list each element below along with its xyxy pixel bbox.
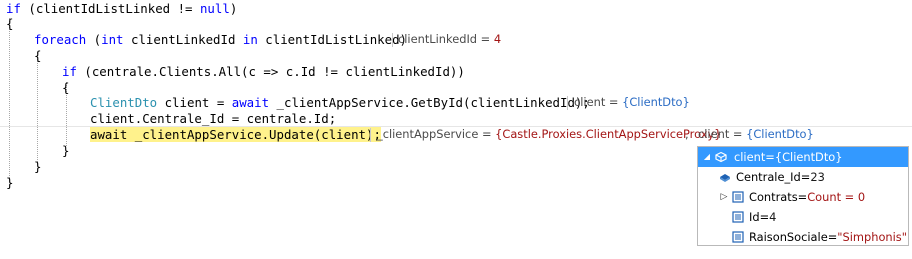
inline-value-app-service[interactable]: _clientAppService = {Castle.Proxies.Clie…: [377, 126, 721, 143]
indent-guide: [37, 52, 38, 164]
inline-value-client-get[interactable]: client = {ClientDto}: [574, 94, 690, 111]
code-line-10[interactable]: }: [62, 142, 69, 159]
field-name: RaisonSociale: [749, 230, 828, 244]
datatip-header-row[interactable]: ◢ client={ClientDto}: [698, 147, 908, 167]
brace-close: }: [6, 175, 14, 190]
inline-separator: [392, 33, 393, 47]
property-icon: [720, 174, 730, 182]
code-text: (centrale.Clients.All(c => c.Id != clien…: [76, 64, 465, 79]
keyword-if: if: [62, 64, 77, 79]
field-eq: =: [797, 190, 808, 204]
inline-value: 4: [493, 32, 502, 46]
datatip-row-raison-sociale[interactable]: RaisonSociale="Simphonis": [698, 227, 908, 247]
datatip-row-contrats[interactable]: ▷ Contrats=Count = 0: [698, 187, 908, 207]
code-line-5[interactable]: if (centrale.Clients.All(c => c.Id != cl…: [62, 63, 465, 80]
inline-value-client-update[interactable]: client = {ClientDto}: [698, 126, 814, 143]
code-line-6[interactable]: {: [62, 79, 69, 96]
code-line-7[interactable]: ClientDto client = await _clientAppServi…: [90, 94, 590, 111]
field-name: Contrats: [749, 190, 798, 204]
code-line-8[interactable]: client.Centrale_Id = centrale.Id;: [90, 110, 336, 127]
inline-separator-comma: ,: [685, 127, 689, 141]
brace-close: }: [34, 159, 42, 174]
brace-open: {: [34, 48, 42, 63]
code-text: ): [229, 1, 238, 16]
collapse-arrow-icon[interactable]: ◢: [702, 147, 712, 167]
keyword-null: null: [199, 1, 230, 16]
brace-open: {: [62, 80, 70, 95]
inline-separator: [370, 128, 371, 142]
code-line-3[interactable]: foreach (int clientLinkedId in clientIdL…: [34, 31, 407, 48]
property-list-icon: [732, 191, 744, 203]
keyword-in: in: [242, 32, 258, 47]
current-statement-highlight: await _clientAppService.Update(client);: [90, 127, 381, 142]
keyword-foreach: foreach: [34, 32, 87, 47]
inline-separator: [567, 96, 568, 110]
code-line-2[interactable]: {: [6, 15, 13, 32]
field-name: Centrale_Id: [736, 170, 801, 184]
code-text: clientIdListLinked): [257, 32, 408, 47]
code-line-1[interactable]: if (clientIdListLinked != null): [6, 0, 237, 17]
field-value: 23: [810, 170, 825, 184]
code-line-11[interactable]: }: [34, 158, 41, 175]
keyword-await: await: [231, 95, 270, 110]
code-text: client.Centrale_Id = centrale.Id;: [90, 111, 337, 126]
field-eq: =: [759, 210, 770, 224]
object-icon: [715, 151, 727, 163]
code-text: client =: [157, 95, 232, 110]
datatip-row-centrale-id[interactable]: Centrale_Id=23: [698, 167, 908, 187]
inline-value: {ClientDto}: [746, 127, 814, 141]
inline-name: client =: [698, 127, 747, 141]
brace-open: {: [6, 16, 14, 31]
code-text: clientLinkedId: [123, 32, 243, 47]
inline-name: _clientAppService =: [377, 127, 496, 141]
datatip-header-label: client={ClientDto}: [734, 150, 843, 164]
field-eq: =: [827, 230, 838, 244]
datatip-field: Centrale_Id=23: [736, 167, 825, 187]
datatip-field: Id=4: [749, 207, 776, 227]
datatip-field: RaisonSociale="Simphonis": [749, 227, 907, 247]
datatip-popup[interactable]: ◢ client={ClientDto} Centrale_Id=23 ▷ Co…: [697, 146, 909, 246]
brace-close: }: [62, 143, 70, 158]
inline-value-client-linked-id[interactable]: clientLinkedId = 4: [398, 31, 501, 48]
datatip-field: Contrats=Count = 0: [749, 187, 865, 207]
inline-name: clientLinkedId =: [398, 32, 494, 46]
indent-guide: [9, 18, 10, 180]
keyword-if: if: [6, 1, 21, 16]
field-name: Id: [749, 210, 760, 224]
code-line-12[interactable]: }: [6, 174, 13, 191]
code-line-4[interactable]: {: [34, 47, 41, 64]
code-text: (: [86, 32, 102, 47]
field-value: Count = 0: [807, 190, 866, 204]
code-line-9[interactable]: await _clientAppService.Update(client);: [90, 126, 381, 143]
code-text: (clientIdListLinked !=: [20, 1, 200, 16]
property-list-icon: [732, 231, 744, 243]
inline-name: client =: [574, 95, 623, 109]
inline-value: {ClientDto}: [622, 95, 690, 109]
type-name: ClientDto: [90, 95, 158, 110]
field-value: "Simphonis": [837, 230, 907, 244]
code-text: _clientAppService.GetById(clientLinkedId…: [269, 95, 590, 110]
datatip-row-id[interactable]: Id=4: [698, 207, 908, 227]
keyword-int: int: [101, 32, 124, 47]
field-eq: =: [800, 170, 811, 184]
expand-arrow-icon[interactable]: ▷: [719, 187, 729, 207]
property-list-icon: [732, 211, 744, 223]
field-value: 4: [769, 210, 777, 224]
